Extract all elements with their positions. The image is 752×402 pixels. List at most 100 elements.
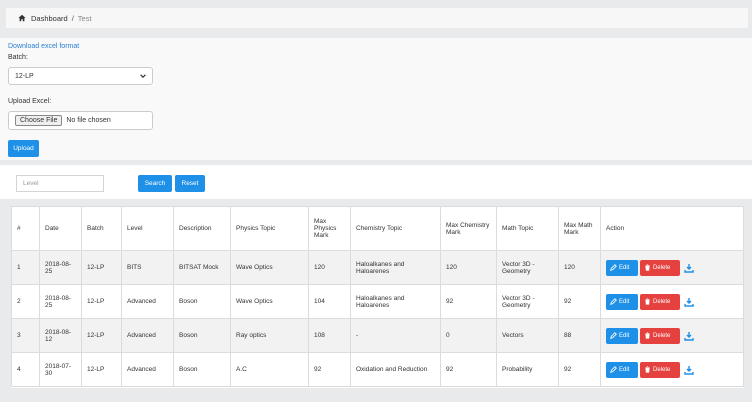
cell-level: Advanced	[121, 352, 174, 387]
trash-icon	[645, 332, 650, 339]
pencil-icon	[610, 264, 617, 271]
cell-num: 2	[11, 284, 40, 319]
cell-num: 1	[11, 250, 40, 285]
trash-icon	[645, 298, 650, 305]
delete-label: Delete	[653, 332, 671, 339]
edit-label: Edit	[619, 298, 630, 305]
cell-num: 4	[11, 352, 40, 387]
cell-max-chemistry: 120	[440, 250, 497, 285]
cell-description: Boson	[173, 352, 231, 387]
cell-math-topic: Vector 3D - Geometry	[496, 284, 559, 319]
delete-button[interactable]: Delete	[640, 259, 680, 276]
upload-button[interactable]: Upload	[8, 140, 39, 157]
delete-label: Delete	[653, 264, 671, 271]
cell-chemistry-topic: Oxidation and Reduction	[350, 352, 441, 387]
cell-chemistry-topic: -	[350, 318, 441, 353]
col-math-topic: Math Topic	[496, 206, 559, 251]
cell-max-math: 92	[558, 352, 601, 387]
filter-bar: Level Search Reset	[0, 165, 752, 199]
cell-date: 2018-08-25	[39, 250, 82, 285]
col-level: Level	[121, 206, 174, 251]
pencil-icon	[610, 332, 617, 339]
cell-action: Edit Delete	[600, 250, 744, 285]
choose-file-button[interactable]: Choose File	[15, 115, 63, 126]
cell-level: Advanced	[121, 284, 174, 319]
cell-batch: 12-LP	[81, 318, 122, 353]
cell-action: Edit Delete	[600, 284, 744, 319]
table-row: 3 2018-08-12 12-LP Advanced Boson Ray op…	[11, 318, 744, 353]
edit-label: Edit	[619, 264, 630, 271]
cell-math-topic: Vector 3D - Geometry	[496, 250, 559, 285]
cell-description: Boson	[173, 318, 231, 353]
cell-max-math: 92	[558, 284, 601, 319]
breadcrumb-current: Test	[77, 13, 92, 23]
no-file-text: No file chosen	[66, 117, 111, 124]
col-physics-topic: Physics Topic	[230, 206, 309, 251]
col-date: Date	[39, 206, 82, 251]
tests-table: # Date Batch Level Description Physics T…	[11, 206, 744, 388]
col-batch: Batch	[81, 206, 122, 251]
cell-max-math: 120	[558, 250, 601, 285]
cell-date: 2018-07-30	[39, 352, 82, 387]
trash-icon	[645, 366, 650, 373]
edit-label: Edit	[619, 332, 630, 339]
col-max-chemistry: Max Chemistry Mark	[440, 206, 497, 251]
cell-math-topic: Probability	[496, 352, 559, 387]
batch-label: Batch:	[8, 54, 28, 61]
batch-select-value: 12-LP	[15, 72, 34, 80]
col-description: Description	[173, 206, 231, 251]
cell-level: Advanced	[121, 318, 174, 353]
file-input[interactable]: Choose File No file chosen	[8, 111, 153, 130]
edit-button[interactable]: Edit	[606, 327, 638, 344]
cell-max-physics: 108	[308, 318, 351, 353]
cell-description: Boson	[173, 284, 231, 319]
cell-description: BITSAT Mock	[173, 250, 231, 285]
table-header-row: # Date Batch Level Description Physics T…	[11, 206, 744, 251]
cell-num: 3	[11, 318, 40, 353]
breadcrumb: Dashboard / Test	[6, 8, 748, 28]
breadcrumb-dashboard[interactable]: Dashboard	[31, 14, 68, 23]
level-input[interactable]: Level	[16, 175, 104, 192]
cell-math-topic: Vectors	[496, 318, 559, 353]
cell-max-physics: 120	[308, 250, 351, 285]
cell-max-physics: 92	[308, 352, 351, 387]
col-chemistry-topic: Chemistry Topic	[350, 206, 441, 251]
edit-button[interactable]: Edit	[606, 293, 638, 310]
download-excel-link[interactable]: Download excel format	[8, 43, 79, 50]
pencil-icon	[610, 366, 617, 373]
cell-physics-topic: Wave Optics	[230, 284, 309, 319]
delete-button[interactable]: Delete	[640, 293, 680, 310]
delete-button[interactable]: Delete	[640, 361, 680, 378]
cell-date: 2018-08-25	[39, 284, 82, 319]
download-icon[interactable]	[684, 263, 694, 273]
edit-button[interactable]: Edit	[606, 361, 638, 378]
batch-select[interactable]: 12-LP	[8, 67, 153, 85]
home-icon	[18, 14, 26, 22]
cell-max-math: 88	[558, 318, 601, 353]
edit-label: Edit	[619, 366, 630, 373]
search-button[interactable]: Search	[138, 175, 172, 192]
table-row: 2 2018-08-25 12-LP Advanced Boson Wave O…	[11, 284, 744, 319]
table-row: 1 2018-08-25 12-LP BITS BITSAT Mock Wave…	[11, 250, 744, 285]
breadcrumb-separator: /	[71, 13, 74, 23]
cell-physics-topic: Ray optics	[230, 318, 309, 353]
edit-button[interactable]: Edit	[606, 259, 638, 276]
download-icon[interactable]	[684, 331, 694, 341]
download-icon[interactable]	[684, 297, 694, 307]
cell-batch: 12-LP	[81, 250, 122, 285]
col-action: Action	[600, 206, 744, 251]
reset-button[interactable]: Reset	[175, 175, 205, 192]
cell-physics-topic: A.C	[230, 352, 309, 387]
cell-date: 2018-08-12	[39, 318, 82, 353]
download-icon[interactable]	[684, 365, 694, 375]
trash-icon	[645, 264, 650, 271]
pencil-icon	[610, 298, 617, 305]
cell-max-chemistry: 0	[440, 318, 497, 353]
cell-batch: 12-LP	[81, 352, 122, 387]
cell-physics-topic: Wave Optics	[230, 250, 309, 285]
cell-chemistry-topic: Haloalkanes and Haloarenes	[350, 250, 441, 285]
delete-button[interactable]: Delete	[640, 327, 680, 344]
col-max-physics: Max Physics Mark	[308, 206, 351, 251]
col-max-math: Max Math Mark	[558, 206, 601, 251]
upload-excel-label: Upload Excel:	[8, 98, 52, 105]
